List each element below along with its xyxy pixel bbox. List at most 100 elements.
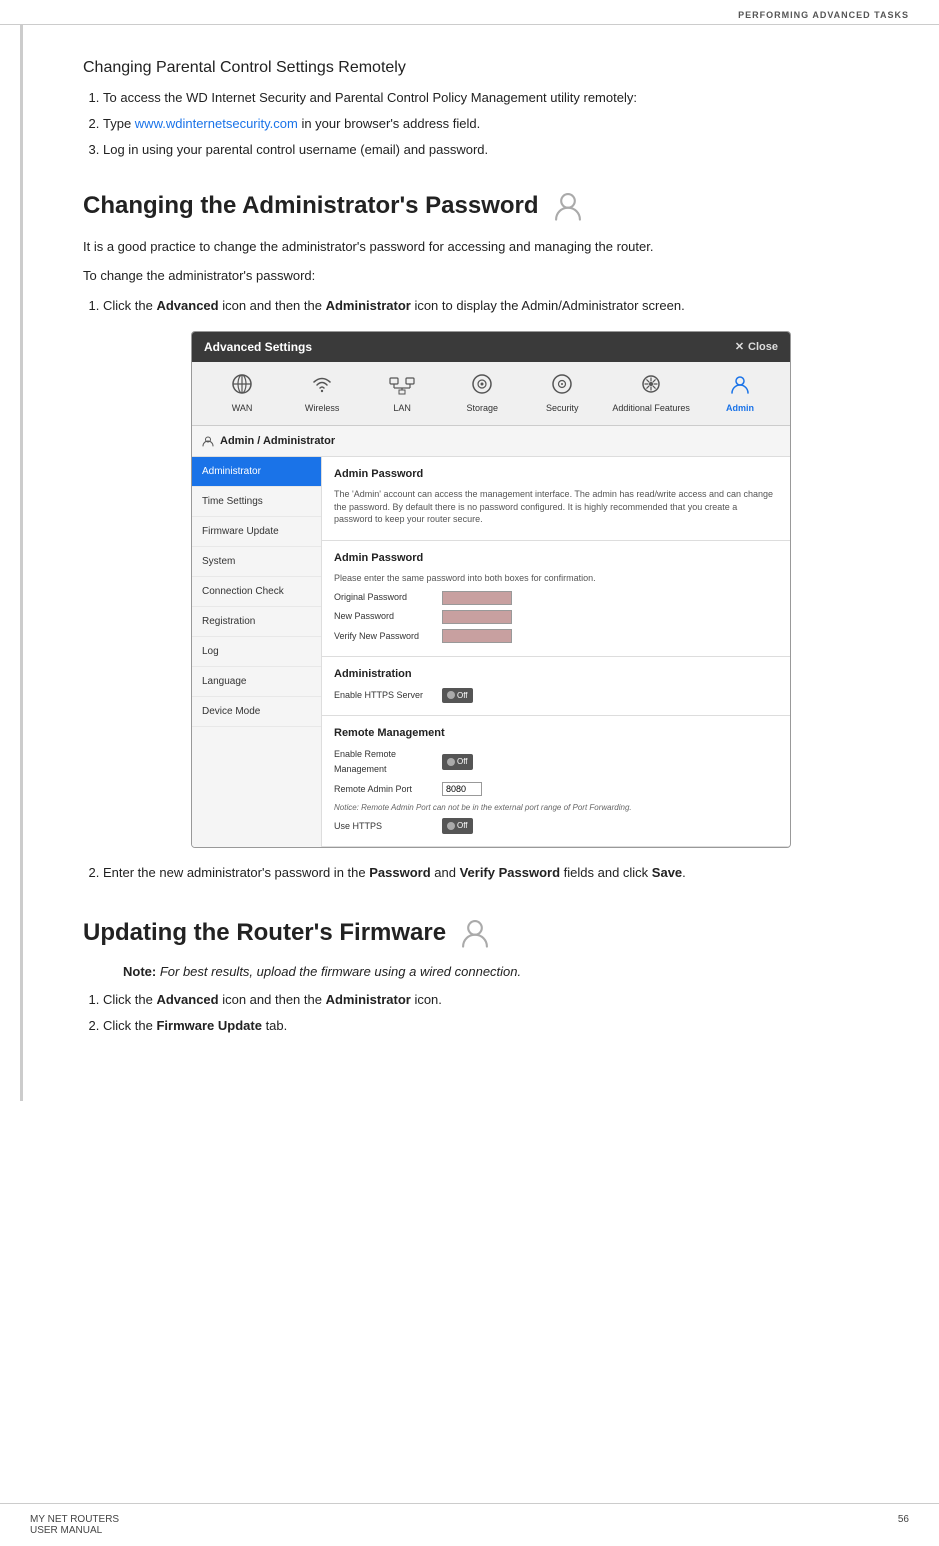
sidebar-item-connection-check[interactable]: Connection Check [192,577,321,607]
form-section1-desc: The 'Admin' account can access the manag… [334,488,778,526]
nav-item-wireless[interactable]: Wireless [292,370,352,416]
admin-section-icon [202,435,214,447]
section3-title: Updating the Router's Firmware [83,919,446,947]
https-value: Off [457,689,468,703]
remote-port-label: Remote Admin Port [334,782,434,797]
sidebar-item-device-mode[interactable]: Device Mode [192,697,321,727]
nav-item-lan[interactable]: LAN [372,370,432,416]
toggle-dot2 [447,758,455,766]
features-icon [637,370,665,398]
section2-intro1: It is a good practice to change the admi… [83,237,879,258]
sidebar-item-language[interactable]: Language [192,667,321,697]
section3-container: Updating the Router's Firmware Note: For… [83,916,879,1037]
header-title: PERFORMING ADVANCED TASKS [738,10,909,20]
form-section-password-fields: Admin Password Please enter the same pas… [322,541,790,657]
section2-intro2: To change the administrator's password: [83,266,879,287]
sidebar-item-firmware-update[interactable]: Firmware Update [192,517,321,547]
section2-steps: Click the Advanced icon and then the Adm… [103,295,879,884]
sidebar-item-administrator[interactable]: Administrator [192,457,321,487]
panel-sidebar: Administrator Time Settings Firmware Upd… [192,457,322,847]
https-toggle[interactable]: Off [442,688,473,704]
nav-item-additional[interactable]: Additional Features [612,370,690,416]
panel-section-title: Admin / Administrator [220,432,335,451]
https-server-label: Enable HTTPS Server [334,688,434,703]
firmware-admin-icon [458,916,492,950]
new-password-row: New Password [334,609,778,624]
remote-port-input[interactable] [442,782,482,796]
panel-nav: WAN Wireless LAN [192,362,790,425]
close-x-icon: ✕ [735,338,744,357]
use-https-toggle[interactable]: Off [442,818,473,834]
nav-item-admin[interactable]: Admin [710,370,770,416]
section1-list: To access the WD Internet Security and P… [103,87,879,161]
form-section1-title: Admin Password [334,465,778,484]
verify-password-row: Verify New Password [334,629,778,644]
page-header: PERFORMING ADVANCED TASKS [0,0,939,25]
original-password-input[interactable] [442,591,512,605]
remote-section-title: Remote Management [334,724,778,743]
new-password-label: New Password [334,609,434,624]
form-section-administration: Administration Enable HTTPS Server Off [322,657,790,716]
sidebar-item-log[interactable]: Log [192,637,321,667]
original-password-row: Original Password [334,590,778,605]
nav-security-label: Security [546,401,579,416]
footer-manual: USER MANUAL [30,1525,119,1536]
sidebar-item-registration[interactable]: Registration [192,607,321,637]
close-label: Close [748,338,778,357]
verify-password-input[interactable] [442,629,512,643]
nav-wireless-label: Wireless [305,401,340,416]
remote-mgmt-toggle[interactable]: Off [442,754,473,770]
footer-left: MY NET ROUTERS USER MANUAL [30,1514,119,1536]
form-section-remote-mgmt: Remote Management Enable Remote Manageme… [322,716,790,847]
footer-page-number: 56 [898,1514,909,1536]
panel-main-content: Admin Password The 'Admin' account can a… [322,457,790,847]
globe-icon [228,370,256,398]
nav-admin-label: Admin [726,401,754,416]
section2-step1: Click the Advanced icon and then the Adm… [103,295,879,848]
sidebar-item-time-settings[interactable]: Time Settings [192,487,321,517]
original-password-label: Original Password [334,590,434,605]
panel-titlebar: Advanced Settings ✕ Close [192,332,790,362]
nav-wan-label: WAN [232,401,253,416]
https-server-row: Enable HTTPS Server Off [334,688,778,704]
panel-close-button[interactable]: ✕ Close [735,338,778,357]
list-item: To access the WD Internet Security and P… [103,87,879,109]
admin-screenshot-panel: Advanced Settings ✕ Close WAN [191,331,791,848]
remote-port-row: Remote Admin Port [334,782,778,797]
form-section2-title: Admin Password [334,549,778,568]
admin-section-title: Administration [334,665,778,684]
section2-title: Changing the Administrator's Password [83,192,539,220]
panel-section-header: Admin / Administrator [192,426,790,458]
toggle-dot [447,691,455,699]
wdinternetsecurity-link[interactable]: www.wdinternetsecurity.com [135,116,298,131]
remote-mgmt-row: Enable Remote Management Off [334,747,778,778]
nav-additional-label: Additional Features [612,401,690,416]
security-icon [548,370,576,398]
section2-heading: Changing the Administrator's Password [83,189,879,223]
sidebar-item-system[interactable]: System [192,547,321,577]
toggle-dot3 [447,822,455,830]
use-https-value: Off [457,819,468,833]
footer-product: MY NET ROUTERS [30,1514,119,1525]
panel-body: Administrator Time Settings Firmware Upd… [192,457,790,847]
section3-step2: Click the Firmware Update tab. [103,1015,879,1037]
use-https-row: Use HTTPS Off [334,818,778,834]
section2-step2: Enter the new administrator's password i… [103,862,879,884]
page-footer: MY NET ROUTERS USER MANUAL 56 [0,1503,939,1546]
nav-item-wan[interactable]: WAN [212,370,272,416]
note-text: For best results, upload the firmware us… [160,964,521,979]
list-item: Log in using your parental control usern… [103,139,879,161]
section3-step1: Click the Advanced icon and then the Adm… [103,989,879,1011]
verify-password-label: Verify New Password [334,629,434,644]
admin-icon [551,189,585,223]
nav-item-security[interactable]: Security [532,370,592,416]
form-section-admin-password-info: Admin Password The 'Admin' account can a… [322,457,790,540]
section1-title: Changing Parental Control Settings Remot… [83,59,879,77]
lan-icon [388,370,416,398]
panel-title: Advanced Settings [204,337,312,357]
storage-icon [468,370,496,398]
new-password-input[interactable] [442,610,512,624]
use-https-label: Use HTTPS [334,819,434,834]
section3-heading: Updating the Router's Firmware [83,916,879,950]
nav-item-storage[interactable]: Storage [452,370,512,416]
